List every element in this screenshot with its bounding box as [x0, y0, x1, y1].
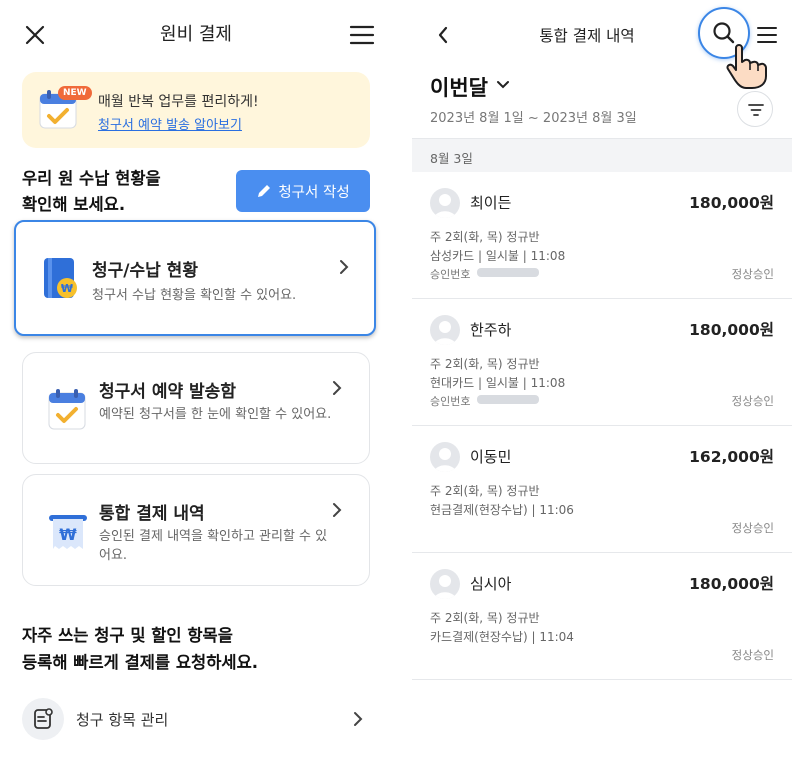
new-badge: NEW	[58, 86, 92, 100]
card-scheduled-invoices[interactable]: 청구서 예약 발송함 예약된 청구서를 한 눈에 확인할 수 있어요.	[22, 352, 370, 464]
class-info: 주 2회(화, 목) 정규반	[430, 357, 540, 371]
status-badge: 정상승인	[731, 648, 774, 662]
card-payment-history[interactable]: ₩ 통합 결제 내역 승인된 결제 내역을 확인하고 관리할 수 있어요.	[22, 474, 370, 586]
payer-name: 이동민	[470, 448, 512, 466]
class-info: 주 2회(화, 목) 정규반	[430, 230, 540, 244]
billing-items-row[interactable]: 청구 항목 관리	[22, 698, 370, 740]
status-badge: 정상승인	[731, 394, 774, 408]
card-title: 청구/수납 현황	[92, 261, 198, 281]
approval-number-redacted	[477, 395, 539, 404]
payment-method: 삼성카드 | 일시불 | 11:08	[430, 249, 566, 263]
chevron-right-icon	[354, 712, 363, 726]
card-title: 청구서 예약 발송함	[99, 382, 236, 402]
status-badge: 정상승인	[731, 267, 774, 281]
day-header-label: 8월 3일	[430, 151, 473, 166]
period-selector[interactable]: 이번달	[430, 72, 488, 102]
chevron-right-icon	[333, 503, 342, 517]
status-badge: 정상승인	[731, 521, 774, 535]
chevron-right-icon	[333, 381, 342, 395]
menu-icon[interactable]	[348, 24, 376, 46]
section-heading-line: 우리 원 수납 현황을	[22, 169, 161, 188]
page-title: 통합 결제 내역	[539, 27, 635, 45]
payment-entry[interactable]: 심시아 180,000원 주 2회(화, 목) 정규반 카드결제(현장수납) |…	[412, 553, 792, 680]
write-invoice-button[interactable]: 청구서 작성	[236, 170, 370, 212]
page-title: 원비 결제	[160, 24, 232, 45]
section-heading-line: 확인해 보세요.	[22, 195, 126, 214]
payment-method: 현대카드 | 일시불 | 11:08	[430, 376, 566, 390]
promo-banner[interactable]: NEW 매월 반복 업무를 편리하게! 청구서 예약 발송 알아보기	[22, 72, 370, 148]
write-invoice-label: 청구서 작성	[278, 184, 350, 201]
banner-link[interactable]: 청구서 예약 발송 알아보기	[98, 114, 242, 133]
list-manage-icon	[22, 698, 64, 740]
day-header: 8월 3일	[412, 138, 792, 172]
payer-name: 한주하	[470, 321, 512, 339]
avatar-icon	[430, 569, 460, 599]
date-range: 2023년 8월 1일 ~ 2023년 8월 3일	[430, 111, 637, 126]
card-billing-status[interactable]: ₩ 청구/수납 현황 청구서 수납 현황을 확인할 수 있어요.	[14, 220, 376, 336]
payment-amount: 180,000원	[689, 575, 774, 593]
section-heading-status: 우리 원 수납 현황을 확인해 보세요.	[22, 166, 161, 218]
chevron-right-icon	[340, 260, 349, 274]
svg-text:₩: ₩	[61, 282, 73, 295]
card-title: 통합 결제 내역	[99, 504, 205, 524]
avatar-icon	[430, 315, 460, 345]
calendar-check-icon	[48, 389, 86, 430]
payment-method: 현금결제(현장수납) | 11:06	[430, 503, 574, 517]
payment-entry[interactable]: 이동민 162,000원 주 2회(화, 목) 정규반 현금결제(현장수납) |…	[412, 426, 792, 553]
approval-number-redacted	[477, 268, 539, 277]
left-header: 원비 결제	[0, 0, 392, 68]
payment-amount: 180,000원	[689, 321, 774, 339]
billing-items-label: 청구 항목 관리	[76, 711, 169, 729]
right-screen: 통합 결제 내역 이번달 2023년 8월 1일 ~ 2023년 8월 3일 8…	[412, 0, 792, 769]
card-description: 예약된 청구서를 한 눈에 확인할 수 있어요.	[99, 407, 332, 422]
payment-amount: 162,000원	[689, 448, 774, 466]
payment-method: 카드결제(현장수납) | 11:04	[430, 630, 574, 644]
filter-button[interactable]	[737, 91, 773, 127]
payment-amount: 180,000원	[689, 194, 774, 212]
avatar-icon	[430, 188, 460, 218]
avatar-icon	[430, 442, 460, 472]
approval-label: 승인번호	[430, 268, 471, 281]
left-screen: 원비 결제 NEW 매월 반복 업무를 편리하게! 청구서 예약 발송 알아보기…	[0, 0, 392, 769]
book-won-icon: ₩	[44, 258, 77, 298]
card-description: 승인된 결제 내역을 확인하고 관리할 수 있어요.	[99, 529, 328, 563]
svg-text:₩: ₩	[59, 525, 77, 544]
section-heading-line: 자주 쓰는 청구 및 할인 항목을	[22, 626, 233, 645]
card-description: 청구서 수납 현황을 확인할 수 있어요.	[92, 288, 297, 303]
filter-icon	[748, 104, 764, 116]
class-info: 주 2회(화, 목) 정규반	[430, 611, 540, 625]
right-header: 통합 결제 내역	[412, 0, 792, 89]
screen-gap	[392, 0, 412, 769]
payer-name: 최이든	[470, 194, 512, 212]
approval-label: 승인번호	[430, 395, 471, 408]
section-heading-line: 등록해 빠르게 결제를 요청하세요.	[22, 653, 259, 672]
receipt-won-icon: ₩	[49, 515, 87, 549]
back-icon[interactable]	[436, 24, 450, 46]
pencil-icon	[258, 185, 271, 197]
class-info: 주 2회(화, 목) 정규반	[430, 484, 540, 498]
payment-entry[interactable]: 한주하 180,000원 주 2회(화, 목) 정규반 현대카드 | 일시불 |…	[412, 299, 792, 426]
banner-text: 매월 반복 업무를 편리하게!	[98, 94, 259, 110]
hand-pointer-icon	[726, 44, 767, 89]
chevron-down-icon[interactable]	[496, 80, 510, 90]
section-heading-items: 자주 쓰는 청구 및 할인 항목을 등록해 빠르게 결제를 요청하세요.	[22, 622, 258, 676]
payer-name: 심시아	[470, 575, 512, 593]
payment-entry[interactable]: 최이든 180,000원 주 2회(화, 목) 정규반 삼성카드 | 일시불 |…	[412, 172, 792, 299]
